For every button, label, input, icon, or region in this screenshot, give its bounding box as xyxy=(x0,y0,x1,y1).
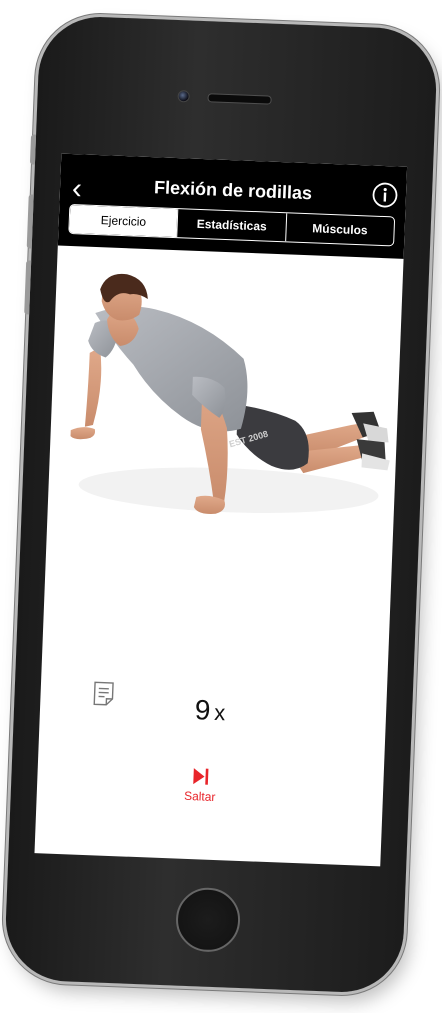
tab-ejercicio[interactable]: Ejercicio xyxy=(69,204,178,238)
man-knee-pushup-figure xyxy=(70,273,390,514)
back-chevron-icon[interactable]: ‹ xyxy=(71,172,102,205)
skip-button[interactable]: Saltar xyxy=(170,766,231,804)
phone-frame: ‹ Flexión de rodillas Ejercicio Estadíst… xyxy=(3,14,439,995)
info-icon[interactable] xyxy=(372,182,399,209)
reps-unit: x xyxy=(213,699,226,726)
app-screen: ‹ Flexión de rodillas Ejercicio Estadíst… xyxy=(34,153,408,867)
tab-musculos[interactable]: Músculos xyxy=(284,213,395,246)
page-title: Flexión de rodillas xyxy=(153,177,313,204)
exercise-illustration: EST 2008 xyxy=(45,252,403,595)
navigation-bar: ‹ Flexión de rodillas Ejercicio Estadíst… xyxy=(57,153,408,259)
segmented-tabs: Ejercicio Estadísticas Músculos xyxy=(68,203,396,247)
notes-icon[interactable] xyxy=(92,680,115,707)
skip-label: Saltar xyxy=(183,788,216,804)
reps-value: 9 xyxy=(194,694,211,726)
skip-forward-icon xyxy=(193,768,209,785)
tab-estadisticas[interactable]: Estadísticas xyxy=(176,209,286,242)
repetition-count: 9x xyxy=(150,692,271,729)
